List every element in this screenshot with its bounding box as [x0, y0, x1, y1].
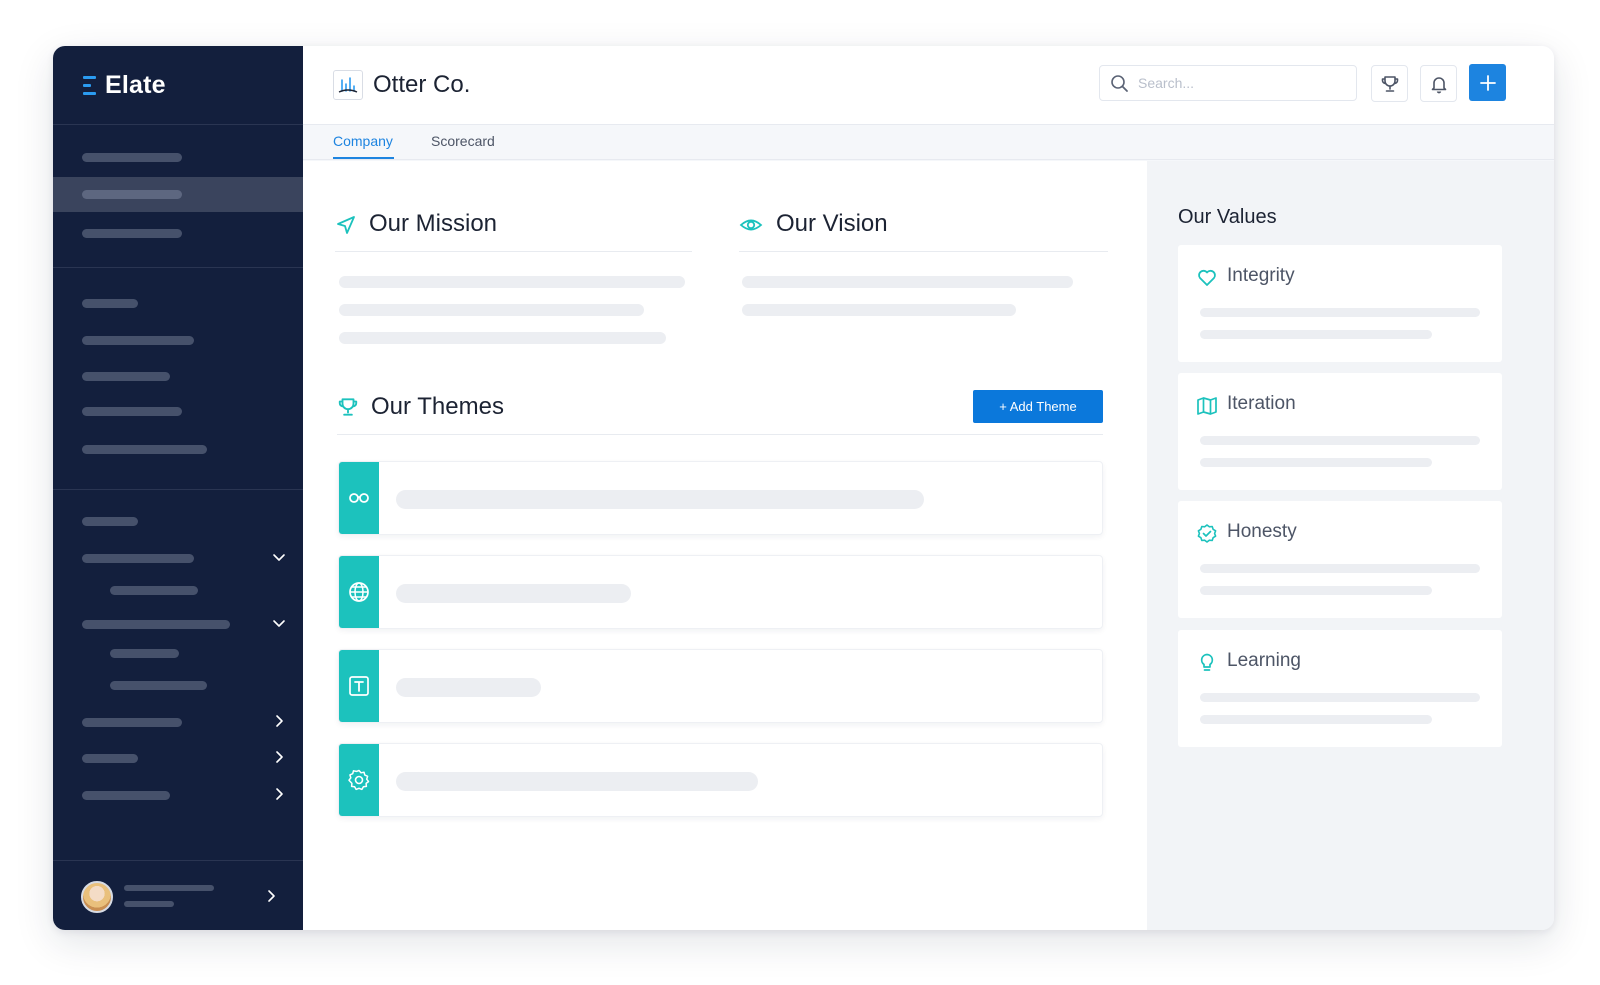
glasses-icon: [349, 493, 369, 503]
tab-bar: Company Scorecard: [303, 125, 1554, 160]
add-theme-button[interactable]: + Add Theme: [973, 390, 1103, 423]
mission-title: Our Mission: [369, 210, 498, 237]
globe-icon: [349, 582, 369, 602]
value-name: Honesty: [1227, 521, 1297, 542]
sidebar-item[interactable]: [53, 359, 303, 394]
chevron-right-icon: [276, 788, 283, 800]
sidebar-item[interactable]: [53, 216, 303, 251]
theme-item[interactable]: [338, 461, 1103, 535]
sidebar-item-expandable[interactable]: [53, 541, 303, 576]
notifications-button[interactable]: [1420, 65, 1457, 102]
user-menu[interactable]: [53, 860, 303, 930]
sidebar-item-expandable[interactable]: [53, 705, 303, 740]
lightbulb-icon: [1200, 653, 1214, 671]
check-badge-icon: [1197, 524, 1217, 543]
main-content: Our Mission Our Vision Our Themes + Add …: [303, 161, 1147, 930]
brand[interactable]: Elate: [53, 46, 303, 125]
app-window: Elate Otter Co. Search... Company Scorec…: [53, 46, 1554, 930]
search-box[interactable]: [1099, 65, 1357, 101]
sidebar-item-expandable[interactable]: [53, 778, 303, 813]
sidebar-subitem[interactable]: [53, 573, 303, 608]
top-header: Otter Co.: [303, 46, 1554, 125]
values-title: Our Values: [1178, 206, 1277, 228]
brand-name: Elate: [105, 70, 166, 99]
theme-item[interactable]: [338, 743, 1103, 817]
value-card-learning[interactable]: Learning: [1178, 630, 1502, 747]
chevron-down-icon: [273, 620, 285, 627]
trophy-icon: [338, 398, 358, 416]
chevron-right-icon: [276, 751, 283, 763]
vision-divider: [739, 251, 1108, 252]
sidebar-subitem[interactable]: [53, 636, 303, 671]
text-box-icon: [349, 676, 369, 696]
heart-icon: [1198, 269, 1216, 286]
themes-divider: [337, 434, 1103, 435]
sidebar-section-label: [53, 286, 303, 321]
tab-scorecard[interactable]: Scorecard: [431, 133, 495, 149]
tab-company[interactable]: Company: [333, 133, 393, 149]
trophy-icon: [1381, 75, 1398, 92]
value-card-iteration[interactable]: Iteration: [1178, 373, 1502, 490]
search-icon: [1111, 75, 1128, 92]
value-card-integrity[interactable]: Integrity: [1178, 245, 1502, 362]
search-input[interactable]: [1138, 66, 1348, 100]
sidebar-item[interactable]: [53, 432, 303, 467]
sidebar-item[interactable]: [53, 140, 303, 175]
chevron-right-icon: [268, 890, 275, 902]
gear-icon: [348, 769, 370, 791]
sidebar-divider: [53, 267, 303, 268]
plus-icon: [1479, 74, 1496, 91]
sidebar-item-expandable[interactable]: [53, 741, 303, 776]
theme-item[interactable]: [338, 649, 1103, 723]
sidebar-item[interactable]: [53, 394, 303, 429]
eye-icon: [739, 219, 763, 231]
chevron-right-icon: [276, 715, 283, 727]
themes-title: Our Themes: [371, 393, 504, 420]
send-icon: [337, 216, 355, 234]
elate-logo-icon: [83, 75, 97, 95]
bell-icon: [1431, 76, 1446, 93]
sidebar-item[interactable]: [53, 323, 303, 358]
sidebar-section-label: [53, 504, 303, 539]
mission-divider: [335, 251, 692, 252]
value-name: Integrity: [1227, 265, 1295, 286]
company-name: Otter Co.: [373, 71, 471, 98]
avatar: [81, 881, 113, 913]
theme-item[interactable]: [338, 555, 1103, 629]
value-name: Iteration: [1227, 393, 1296, 414]
active-tab-indicator: [333, 157, 394, 159]
sidebar-item-active[interactable]: [53, 177, 303, 212]
values-panel: Our Values Integrity Iteration Honesty L…: [1147, 161, 1554, 930]
add-button[interactable]: [1469, 64, 1506, 101]
trophy-button[interactable]: [1371, 65, 1408, 102]
sidebar-subitem[interactable]: [53, 668, 303, 703]
map-icon: [1197, 397, 1217, 415]
sidebar-divider: [53, 489, 303, 490]
value-name: Learning: [1227, 650, 1301, 671]
vision-title: Our Vision: [776, 210, 888, 237]
chevron-down-icon: [273, 554, 285, 561]
sidebar: Elate: [53, 46, 303, 930]
company-logo-icon: [333, 70, 363, 100]
value-card-honesty[interactable]: Honesty: [1178, 501, 1502, 618]
